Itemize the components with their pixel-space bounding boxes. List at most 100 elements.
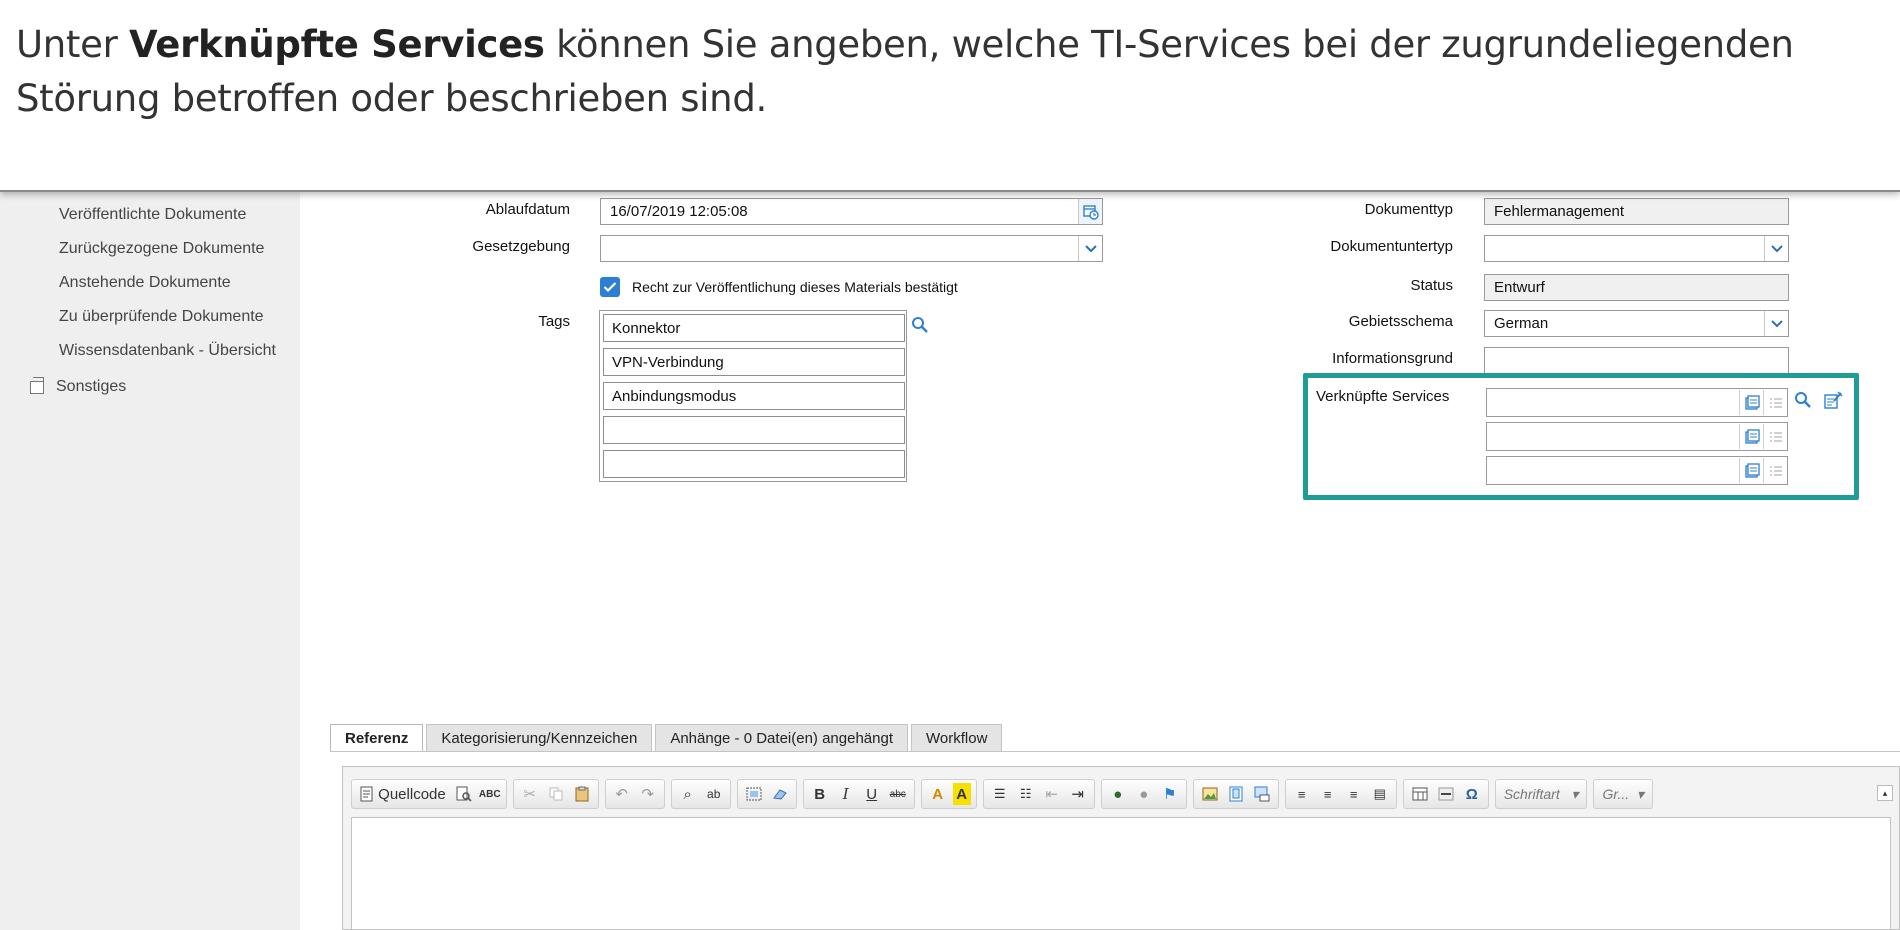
image-icon[interactable] — [1199, 783, 1221, 805]
cut-icon[interactable]: ✂ — [519, 783, 541, 805]
tag-input[interactable]: VPN-Verbindung — [603, 348, 905, 376]
sidebar-item-to-review[interactable]: Zu überprüfende Dokumente — [59, 308, 264, 326]
select-all-icon[interactable] — [743, 783, 765, 805]
sidebar-item-withdrawn[interactable]: Zurückgezogene Dokumente — [59, 240, 264, 258]
bold-icon[interactable]: B — [809, 783, 831, 805]
label-informationsgrund: Informationsgrund — [1332, 350, 1453, 367]
link-icon[interactable]: ● — [1107, 783, 1129, 805]
indent-icon[interactable]: ⇥ — [1067, 783, 1089, 805]
tag-input[interactable] — [603, 416, 905, 444]
services-search-icon[interactable] — [1792, 389, 1814, 411]
sidebar: Veröffentlichte Dokumente Zurückgezogene… — [0, 192, 300, 930]
table-icon[interactable] — [1409, 783, 1431, 805]
underline-icon[interactable]: U — [861, 783, 883, 805]
sidebar-item-kb-overview[interactable]: Wissensdatenbank - Übersicht — [59, 342, 276, 360]
service-input[interactable] — [1486, 388, 1788, 417]
service-select-icon[interactable] — [1739, 390, 1763, 415]
font-size-select[interactable]: Gr... ▾ — [1593, 779, 1653, 809]
folder-icon — [30, 376, 44, 394]
tags-search-icon[interactable] — [909, 314, 931, 336]
label-dokumenttyp: Dokumenttyp — [1364, 201, 1453, 218]
check-icon — [603, 282, 617, 293]
tab-kategorisierung[interactable]: Kategorisierung/Kennzeichen — [426, 724, 653, 752]
editor-toolbar: Quellcode ABC ✂ ↶ ↷ ⌕ ab B I U abc A A ☰… — [351, 775, 1899, 813]
label-dokumentuntertyp: Dokumentuntertyp — [1330, 238, 1453, 255]
numbered-list-icon[interactable]: ☰ — [989, 783, 1011, 805]
source-button[interactable]: Quellcode — [357, 783, 449, 805]
paste-icon[interactable] — [571, 783, 593, 805]
align-center-icon[interactable]: ≡ — [1317, 783, 1339, 805]
rich-text-editor: Quellcode ABC ✂ ↶ ↷ ⌕ ab B I U abc A A ☰… — [342, 766, 1900, 930]
tab-workflow[interactable]: Workflow — [911, 724, 1003, 752]
list-icon[interactable] — [1763, 458, 1787, 483]
recht-checkbox-label: Recht zur Veröffentlichung dieses Materi… — [632, 279, 958, 295]
undo-icon[interactable]: ↶ — [611, 783, 633, 805]
spellcheck-icon[interactable]: ABC — [479, 783, 501, 805]
tab-anhaenge[interactable]: Anhänge - 0 Datei(en) angehängt — [655, 724, 908, 752]
instruction-text: Unter Verknüpfte Services können Sie ang… — [16, 23, 1794, 120]
unlink-icon[interactable]: ● — [1133, 783, 1155, 805]
dokumenttyp-field: Fehlermanagement — [1484, 198, 1789, 225]
gebietsschema-select[interactable]: German — [1484, 310, 1789, 337]
outdent-icon[interactable]: ⇤ — [1041, 783, 1063, 805]
service-input[interactable] — [1486, 422, 1788, 451]
informationsgrund-field[interactable] — [1484, 347, 1789, 374]
status-field: Entwurf — [1484, 274, 1789, 301]
copy-icon[interactable] — [545, 783, 567, 805]
service-select-icon[interactable] — [1739, 458, 1763, 483]
gebietsschema-value: German — [1494, 315, 1549, 332]
horizontal-rule-icon[interactable] — [1435, 783, 1457, 805]
service-input[interactable] — [1486, 456, 1788, 485]
special-char-icon[interactable]: Ω — [1461, 783, 1483, 805]
label-gesetzgebung: Gesetzgebung — [472, 238, 570, 255]
gesetzgebung-select[interactable] — [600, 235, 1103, 262]
label-status: Status — [1410, 277, 1453, 294]
services-edit-icon[interactable] — [1822, 389, 1844, 411]
collapse-toolbar-icon[interactable]: ▴ — [1877, 785, 1893, 801]
anchor-flag-icon[interactable]: ⚑ — [1159, 783, 1181, 805]
sidebar-group-misc[interactable]: Sonstiges — [30, 376, 127, 396]
list-icon[interactable] — [1763, 390, 1787, 415]
flash-icon[interactable] — [1225, 783, 1247, 805]
list-icon[interactable] — [1763, 424, 1787, 449]
ablaufdatum-field[interactable]: 16/07/2019 12:05:08 — [600, 198, 1103, 225]
instruction-bold: Verknüpfte Services — [128, 23, 545, 66]
align-left-icon[interactable]: ≡ — [1291, 783, 1313, 805]
service-select-icon[interactable] — [1739, 424, 1763, 449]
sidebar-item-pending[interactable]: Anstehende Dokumente — [59, 274, 231, 292]
strikethrough-icon[interactable]: abc — [887, 783, 909, 805]
italic-icon[interactable]: I — [835, 783, 857, 805]
align-justify-icon[interactable]: ▤ — [1369, 783, 1391, 805]
preview-icon[interactable] — [453, 783, 475, 805]
redo-icon[interactable]: ↷ — [637, 783, 659, 805]
embed-icon[interactable] — [1251, 783, 1273, 805]
tag-input[interactable]: Konnektor — [603, 314, 905, 342]
tab-referenz[interactable]: Referenz — [330, 724, 424, 752]
recht-checkbox[interactable] — [600, 277, 620, 297]
dokumentuntertyp-select[interactable] — [1484, 235, 1789, 262]
calendar-icon[interactable] — [1078, 199, 1102, 224]
chevron-down-icon[interactable] — [1078, 236, 1102, 261]
editor-content-area[interactable] — [351, 817, 1891, 929]
eraser-icon[interactable] — [769, 783, 791, 805]
chevron-down-icon[interactable] — [1764, 311, 1788, 336]
sidebar-group-label: Sonstiges — [56, 378, 127, 395]
label-ablaufdatum: Ablaufdatum — [485, 201, 570, 218]
bullet-list-icon[interactable]: ☷ — [1015, 783, 1037, 805]
background-color-icon[interactable]: A — [952, 783, 971, 805]
instruction-banner: Unter Verknüpfte Services können Sie ang… — [0, 0, 1900, 192]
chevron-down-icon[interactable] — [1764, 236, 1788, 261]
tags-list: Konnektor VPN-Verbindung Anbindungsmodus — [599, 310, 907, 482]
find-icon[interactable]: ⌕ — [677, 783, 699, 805]
replace-icon[interactable]: ab — [703, 783, 725, 805]
source-icon — [360, 786, 373, 802]
tab-divider — [330, 751, 1900, 752]
label-gebietsschema: Gebietsschema — [1348, 313, 1453, 330]
tag-input[interactable] — [603, 450, 905, 478]
text-color-icon[interactable]: A — [927, 783, 949, 805]
tab-bar: Referenz Kategorisierung/Kennzeichen Anh… — [330, 724, 1003, 752]
tag-input[interactable]: Anbindungsmodus — [603, 382, 905, 410]
align-right-icon[interactable]: ≡ — [1343, 783, 1365, 805]
font-select[interactable]: Schriftart ▾ — [1494, 779, 1588, 809]
sidebar-item-published[interactable]: Veröffentlichte Dokumente — [59, 206, 246, 224]
